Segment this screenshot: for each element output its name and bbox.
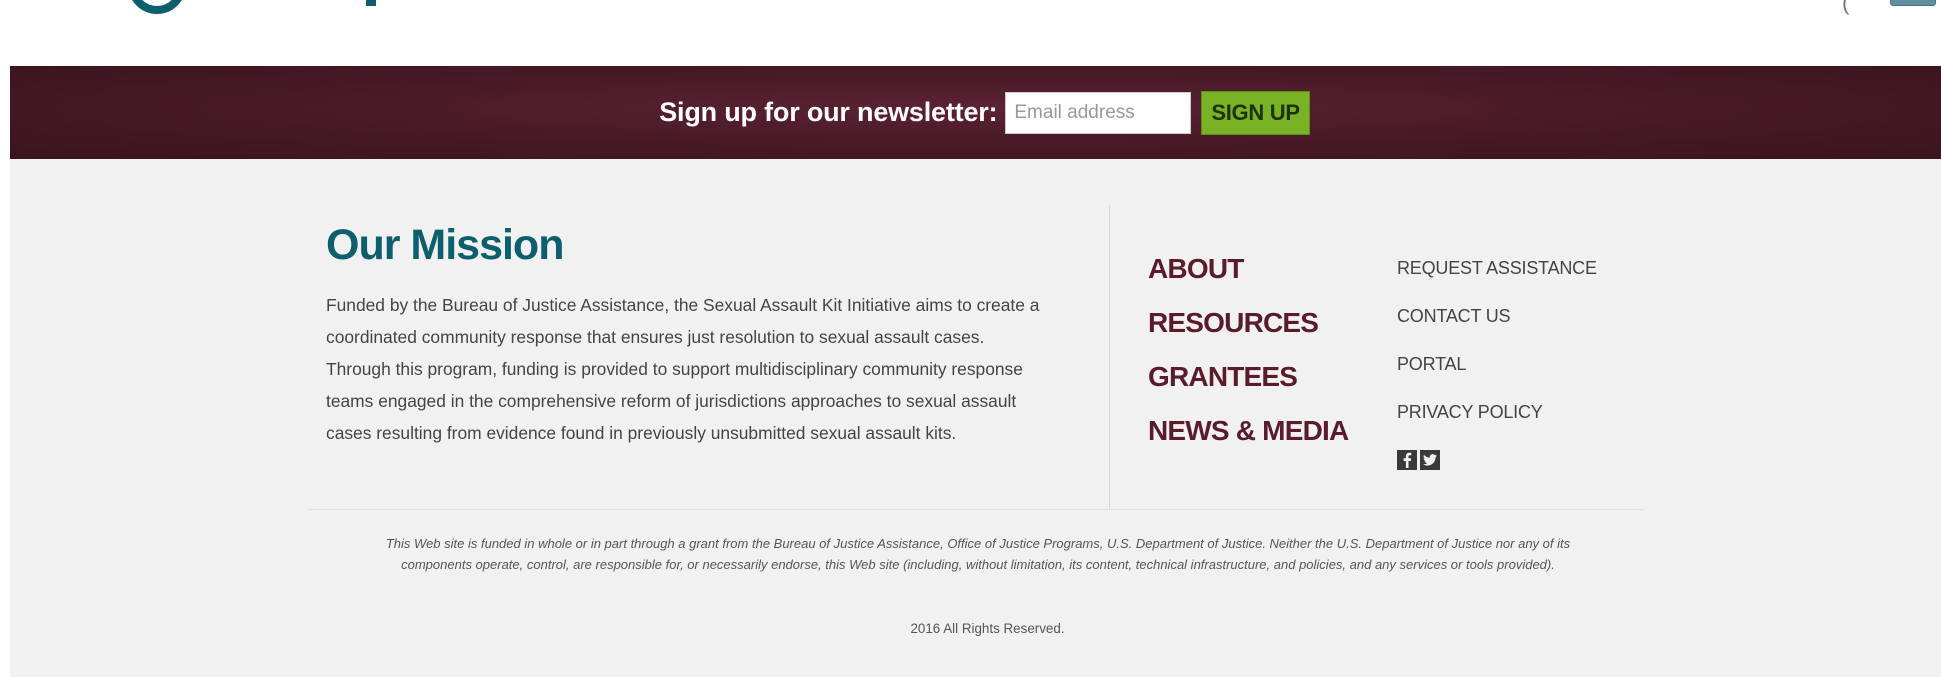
logo-fragment <box>366 0 376 6</box>
nav-portal[interactable]: PORTAL <box>1397 355 1597 403</box>
copyright: 2016 All Rights Reserved. <box>910 621 1065 636</box>
header-menu-button[interactable] <box>1890 0 1936 6</box>
twitter-icon[interactable] <box>1420 450 1440 470</box>
footer-main-nav: ABOUT RESOURCES GRANTEES NEWS & MEDIA <box>1148 255 1349 471</box>
email-input[interactable] <box>1005 91 1192 134</box>
nav-contact-us[interactable]: CONTACT US <box>1397 307 1597 355</box>
newsletter-label: Sign up for our newsletter: <box>659 97 998 127</box>
newsletter-band: Sign up for our newsletter: SIGN UP <box>10 66 1941 159</box>
funding-disclaimer: This Web site is funded in whole or in p… <box>385 536 1571 572</box>
header-decoration: ( <box>1842 0 1850 15</box>
mission-section: Our Mission Funded by the Bureau of Just… <box>326 224 1046 449</box>
footer-secondary-nav: REQUEST ASSISTANCE CONTACT US PORTAL PRI… <box>1397 259 1597 451</box>
mission-text: Funded by the Bureau of Justice Assistan… <box>326 295 1040 443</box>
page: ( Sign up for our newsletter: SIGN UP Ou… <box>0 0 1941 677</box>
signup-button[interactable]: SIGN UP <box>1201 90 1310 135</box>
horizontal-divider <box>308 509 1645 510</box>
site-header-clipped: ( <box>0 0 1941 66</box>
nav-request-assistance[interactable]: REQUEST ASSISTANCE <box>1397 259 1597 307</box>
nav-news-media[interactable]: NEWS & MEDIA <box>1148 417 1349 471</box>
nav-about[interactable]: ABOUT <box>1148 255 1348 309</box>
facebook-icon[interactable] <box>1397 450 1417 470</box>
nav-grantees[interactable]: GRANTEES <box>1148 363 1348 417</box>
footer: Our Mission Funded by the Bureau of Just… <box>10 159 1941 677</box>
logo-icon[interactable] <box>128 0 186 14</box>
newsletter-form: Sign up for our newsletter: SIGN UP <box>659 90 1310 135</box>
nav-resources[interactable]: RESOURCES <box>1148 309 1348 363</box>
vertical-divider <box>1109 205 1110 509</box>
nav-privacy-policy[interactable]: PRIVACY POLICY <box>1397 403 1597 451</box>
social-links <box>1397 450 1440 470</box>
mission-title: Our Mission <box>326 221 564 269</box>
